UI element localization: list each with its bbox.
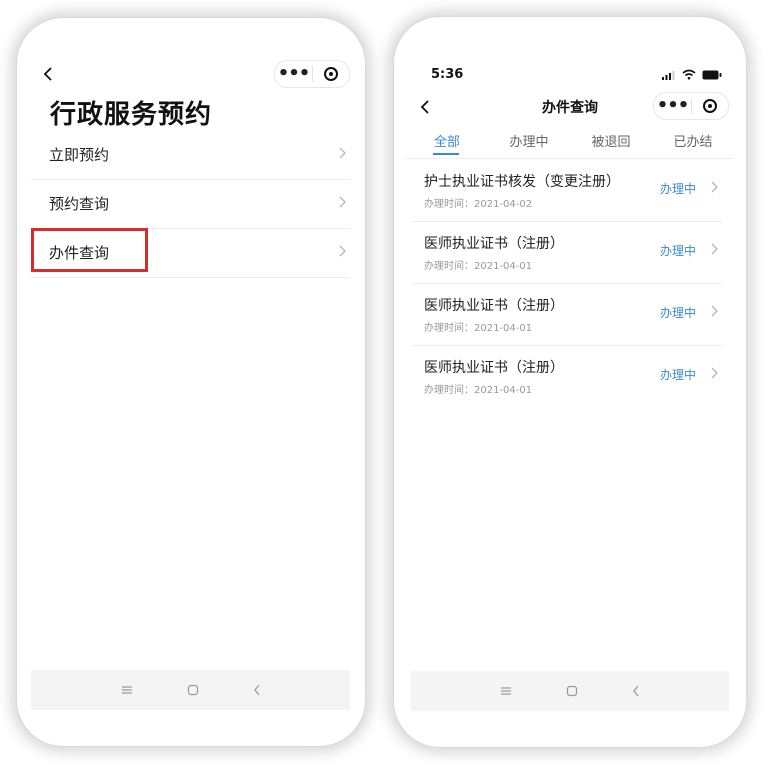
phone-right-screen: 5:36 办件查询 ••• 全部 办理中 被退回 已办结 护士执业证书核发（变更… xyxy=(394,17,746,747)
more-options-icon[interactable]: ••• xyxy=(275,64,312,84)
chevron-right-icon xyxy=(339,245,346,257)
highlight-annotation-box xyxy=(31,228,148,272)
chevron-right-icon xyxy=(711,243,718,255)
mini-program-capsule: ••• xyxy=(653,92,729,120)
back-icon[interactable] xyxy=(43,66,53,82)
status-time: 5:36 xyxy=(431,67,464,82)
active-tab-indicator xyxy=(433,153,459,155)
menu-icon[interactable] xyxy=(121,685,133,695)
chevron-right-icon xyxy=(711,367,718,379)
close-mini-program-icon[interactable] xyxy=(313,67,349,81)
close-mini-program-icon[interactable] xyxy=(692,99,728,113)
home-icon[interactable] xyxy=(187,684,199,696)
chevron-right-icon xyxy=(339,196,346,208)
more-options-icon[interactable]: ••• xyxy=(654,96,691,116)
application-row[interactable]: 医师执业证书（注册） 办理时间：2021-04-01 办理中 xyxy=(412,283,722,346)
system-nav-bar xyxy=(31,670,350,710)
system-nav-bar xyxy=(411,671,729,711)
back-icon[interactable] xyxy=(253,684,261,696)
tab-completed[interactable]: 已办结 xyxy=(652,131,734,157)
application-name: 护士执业证书核发（变更注册） xyxy=(424,174,620,190)
application-name: 医师执业证书（注册） xyxy=(424,298,564,314)
status-icons xyxy=(662,69,722,80)
signal-icon xyxy=(662,71,675,80)
status-badge: 办理中 xyxy=(659,182,696,196)
status-badge: 办理中 xyxy=(659,244,696,258)
application-row[interactable]: 医师执业证书（注册） 办理时间：2021-04-01 办理中 xyxy=(412,345,722,407)
chevron-right-icon xyxy=(711,305,718,317)
tab-in-progress[interactable]: 办理中 xyxy=(488,131,570,157)
home-icon[interactable] xyxy=(566,685,578,697)
application-date: 办理时间：2021-04-01 xyxy=(424,261,533,272)
wifi-icon xyxy=(682,69,696,80)
phone-left-screen: ••• 行政服务预约 立即预约 预约查询 办件查询 xyxy=(17,18,365,746)
application-name: 医师执业证书（注册） xyxy=(424,236,564,252)
menu-item-label: 预约查询 xyxy=(49,195,110,213)
status-badge: 办理中 xyxy=(659,368,696,382)
application-date: 办理时间：2021-04-01 xyxy=(424,323,533,334)
status-badge: 办理中 xyxy=(659,306,696,320)
menu-item-book-now[interactable]: 立即预约 xyxy=(31,130,350,180)
menu-item-booking-query[interactable]: 预约查询 xyxy=(31,179,350,229)
chevron-right-icon xyxy=(711,181,718,193)
application-row[interactable]: 护士执业证书核发（变更注册） 办理时间：2021-04-02 办理中 xyxy=(412,159,722,222)
battery-icon xyxy=(702,70,722,80)
back-icon[interactable] xyxy=(632,685,640,697)
page-title: 行政服务预约 xyxy=(50,100,213,130)
application-row[interactable]: 医师执业证书（注册） 办理时间：2021-04-01 办理中 xyxy=(412,221,722,284)
chevron-right-icon xyxy=(339,147,346,159)
application-date: 办理时间：2021-04-02 xyxy=(424,199,533,210)
application-date: 办理时间：2021-04-01 xyxy=(424,385,533,396)
menu-icon[interactable] xyxy=(500,686,512,696)
application-name: 医师执业证书（注册） xyxy=(424,360,564,376)
mini-program-capsule: ••• xyxy=(274,60,350,88)
menu-item-label: 立即预约 xyxy=(49,146,110,164)
tab-returned[interactable]: 被退回 xyxy=(570,131,652,157)
